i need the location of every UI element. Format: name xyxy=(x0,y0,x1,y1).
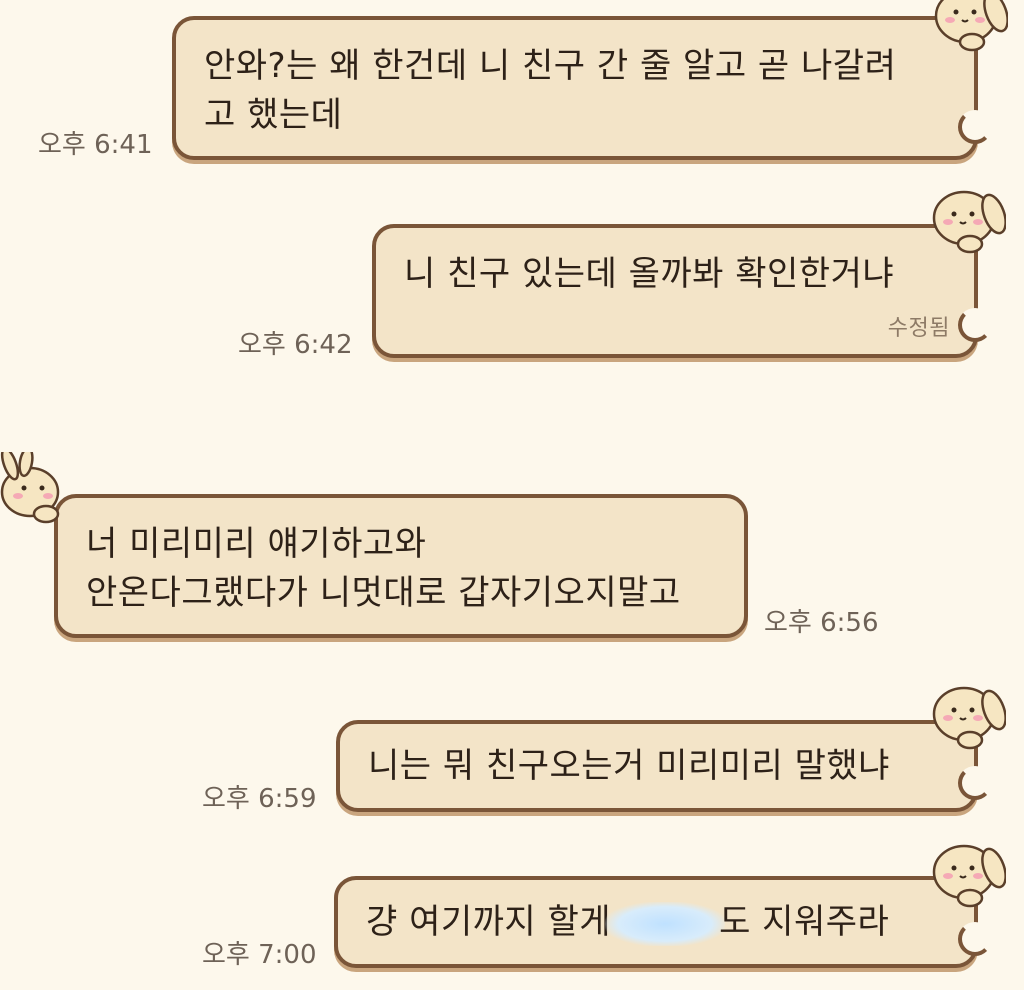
chat-bubble[interactable]: 니 친구 있는데 올까봐 확인한거냐 수정됨 xyxy=(372,224,992,358)
message-time: 오후 6:42 xyxy=(238,330,353,360)
edited-label: 수정됨 xyxy=(887,316,950,341)
redaction-blur xyxy=(605,901,726,946)
message-text: 안와?는 왜 한건데 니 친구 간 줄 알고 곧 나갈려 고 했는데 xyxy=(204,46,897,135)
bunny-peek-icon xyxy=(934,0,1008,52)
chat-bubble[interactable]: 걍 여기까지 할게 도 지워주라 xyxy=(334,876,992,968)
message-text-after: 도 지워주라 xyxy=(719,902,890,942)
bunny-peek-icon xyxy=(932,686,1006,750)
message-time: 오후 7:00 xyxy=(202,940,317,970)
chat-bubble[interactable]: 니는 뭐 친구오는거 미리미리 말했냐 xyxy=(336,720,992,812)
message-time: 오후 6:41 xyxy=(38,130,153,160)
bunny-peek-icon xyxy=(932,190,1006,254)
message-text: 니 친구 있는데 올까봐 확인한거냐 xyxy=(404,254,895,294)
message-text: 니는 뭐 친구오는거 미리미리 말했냐 xyxy=(368,746,890,786)
bite-mark xyxy=(942,96,992,154)
message-time: 오후 6:59 xyxy=(202,784,317,814)
message-text: 걍 여기까지 할게 도 지워주라 xyxy=(366,898,946,947)
chat-screen: 안와?는 왜 한건데 니 친구 간 줄 알고 곧 나갈려 고 했는데 오후 6:… xyxy=(0,0,1024,990)
chat-bubble[interactable]: 안와?는 왜 한건데 니 친구 간 줄 알고 곧 나갈려 고 했는데 xyxy=(172,16,992,160)
bite-mark xyxy=(942,748,992,806)
chat-bubble[interactable]: 너 미리미리 얘기하고와 안온다그랬다가 니멋대로 갑자기오지말고 xyxy=(54,494,748,638)
message-time: 오후 6:56 xyxy=(764,608,879,638)
bunny-peek-icon xyxy=(932,844,1006,908)
message-text-before: 걍 여기까지 할게 xyxy=(366,902,612,942)
message-text: 너 미리미리 얘기하고와 안온다그랬다가 니멋대로 갑자기오지말고 xyxy=(86,524,681,613)
bunny-peek-left-icon xyxy=(0,452,60,524)
bite-mark xyxy=(942,904,992,962)
